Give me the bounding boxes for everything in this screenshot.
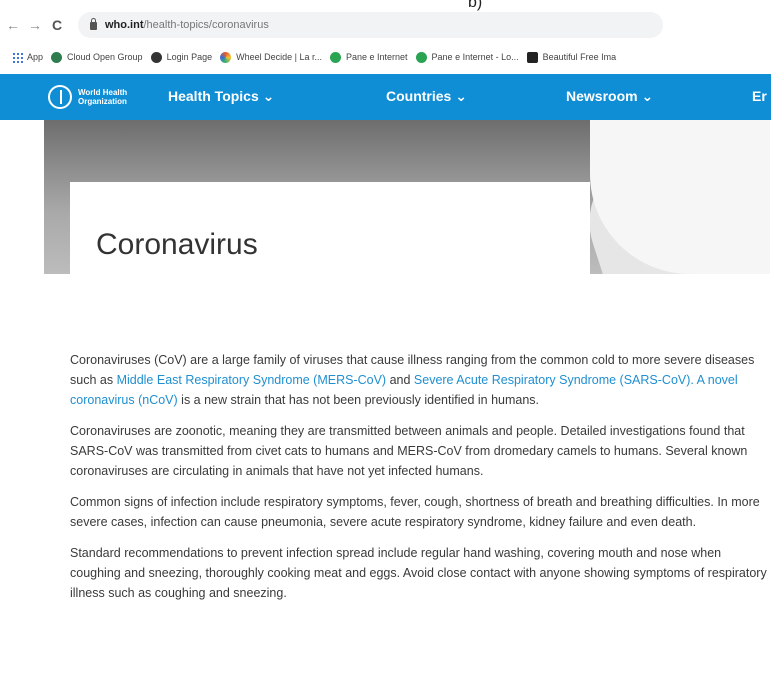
nav-newsroom[interactable]: Newsroom ⌄ (566, 88, 653, 105)
page-title: Coronavirus (96, 228, 258, 261)
reload-icon[interactable]: C (48, 17, 66, 33)
nav-emergencies[interactable]: Er (752, 88, 767, 104)
url-path: /health-topics/coronavirus (143, 19, 269, 31)
who-logo-line2: Organization (78, 97, 127, 106)
bookmark-login-page[interactable]: Login Page (150, 51, 213, 63)
bookmark-label: Wheel Decide | La r... (236, 52, 322, 62)
color-wheel-icon (220, 51, 232, 63)
who-emblem-icon (48, 85, 72, 109)
link-mers-cov[interactable]: Middle East Respiratory Syndrome (MERS-C… (117, 373, 387, 387)
forward-arrow-icon[interactable]: → (26, 17, 44, 33)
url-domain: who.int (105, 19, 144, 31)
article-paragraph: Coronaviruses are zoonotic, meaning they… (70, 424, 748, 478)
who-logo-line1: World Health (78, 88, 128, 97)
article-paragraph: Coronaviruses (CoV) are a large family o… (70, 350, 770, 410)
back-arrow-icon[interactable]: ← (4, 17, 22, 33)
who-logo[interactable]: World Health Organization (48, 85, 127, 109)
bookmark-label: Beautiful Free Ima (542, 52, 617, 62)
lock-icon[interactable] (90, 18, 97, 30)
bookmark-pane-e-internet-lo[interactable]: Pane e Internet - Lo... (415, 51, 519, 63)
article-body: Coronaviruses (CoV) are a large family o… (70, 350, 770, 614)
bookmark-cloud-open-group[interactable]: Cloud Open Group (51, 51, 143, 63)
who-navbar: World Health Organization Health Topics … (0, 74, 771, 120)
article-paragraph: Standard recommendations to prevent infe… (70, 546, 767, 600)
nav-health-topics[interactable]: Health Topics ⌄ (168, 88, 274, 105)
login-swirl-icon (150, 51, 162, 63)
article-text: and (386, 373, 414, 387)
bookmark-label: App (27, 52, 44, 62)
bookmark-apps[interactable]: App (8, 51, 44, 63)
bookmark-label: Pane e Internet (346, 52, 408, 62)
bookmark-label: Login Page (166, 52, 213, 62)
who-logo-text: World Health Organization (78, 88, 127, 106)
apps-grid-icon (12, 51, 23, 63)
url-field[interactable]: who.int /health-topics/coronavirus (78, 12, 663, 38)
bookmark-label: Pane e Internet - Lo... (431, 52, 519, 62)
bookmark-pane-e-internet[interactable]: Pane e Internet (330, 51, 408, 63)
browser-address-bar: ← → C who.int /health-topics/coronavirus (0, 10, 771, 40)
hero-banner: Coronavirus (44, 120, 770, 274)
camera-icon (526, 51, 538, 63)
article-text: is a new strain that has not been previo… (177, 393, 540, 407)
cloud-group-icon (51, 51, 63, 63)
hero-title-card: Coronavirus (70, 182, 590, 274)
bookmark-beautiful-free-images[interactable]: Beautiful Free Ima (526, 51, 617, 63)
globe-icon (330, 51, 341, 63)
bookmarks-bar: App Cloud Open Group Login Page Wheel De… (0, 45, 771, 69)
bookmark-label: Cloud Open Group (67, 52, 143, 62)
bookmark-wheel-decide[interactable]: Wheel Decide | La r... (220, 51, 322, 63)
globe-icon (415, 51, 427, 63)
article-paragraph: Common signs of infection include respir… (70, 495, 760, 529)
nav-countries[interactable]: Countries ⌄ (386, 88, 467, 105)
